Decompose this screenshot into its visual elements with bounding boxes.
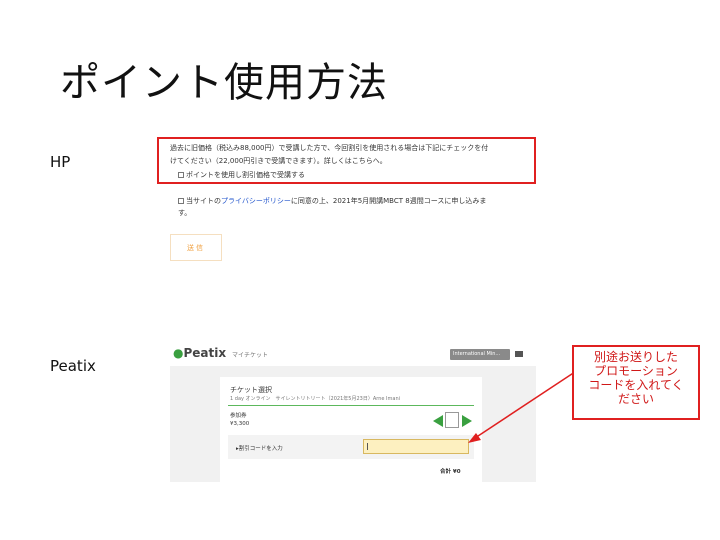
- total-amount: 合計 ¥0: [440, 469, 461, 475]
- hp-section-label: HP: [50, 153, 71, 171]
- coupon-input[interactable]: [363, 439, 469, 454]
- peatix-logo-text: Peatix: [183, 346, 227, 360]
- ticket-section-title: チケット選択: [230, 386, 272, 394]
- submit-button[interactable]: 送信: [170, 234, 222, 261]
- peatix-logo-icon: ●: [173, 346, 184, 360]
- hp-notice-line2: けてください（22,000円引きで受講できます）。詳しくはこちらへ。: [170, 157, 387, 165]
- ticket-info: 参加券 ¥3,300: [230, 412, 249, 428]
- decrease-quantity-button[interactable]: [433, 415, 443, 427]
- language-select[interactable]: International Min...: [450, 349, 510, 360]
- point-use-option[interactable]: ポイントを使用し割引価格で受講する: [178, 170, 305, 181]
- peatix-logo[interactable]: ●Peatix: [173, 346, 226, 360]
- privacy-policy-link[interactable]: プライバシーポリシー: [221, 197, 291, 205]
- coupon-row: ▸割引コードを入力: [228, 435, 474, 459]
- peatix-screenshot: ●Peatix マイチケット International Min... チケット…: [170, 342, 536, 482]
- agree-option[interactable]: 当サイトのプライバシーポリシーに同意の上、2021年5月開講MBCT 8週間コー…: [178, 196, 486, 207]
- my-tickets-link[interactable]: マイチケット: [232, 350, 268, 359]
- callout-line2: プロモーション: [594, 364, 678, 378]
- increase-quantity-button[interactable]: [462, 415, 472, 427]
- point-use-checkbox-label: ポイントを使用し割引価格で受講する: [186, 171, 305, 179]
- agree-prefix: 当サイトの: [186, 197, 221, 205]
- event-line: 1 day オンライン サイレントリトリート（2021年5月23日）Arne I…: [230, 396, 401, 402]
- hp-notice-line1: 過去に旧価格（税込み88,000円）で受講した方で、今回割引を使用される場合は下…: [170, 144, 489, 152]
- promo-code-callout: 別途お送りした プロモーション コードを入れてく ださい: [572, 345, 700, 420]
- point-use-checkbox[interactable]: [178, 172, 184, 178]
- text-cursor: [367, 443, 368, 450]
- callout-line1: 別途お送りした: [593, 350, 678, 364]
- coupon-label[interactable]: ▸割引コードを入力: [236, 444, 283, 452]
- peatix-header: ●Peatix マイチケット International Min...: [170, 342, 536, 366]
- agree-suffix: に同意の上、2021年5月開講MBCT 8週間コースに申し込みま: [290, 197, 487, 205]
- agree-checkbox[interactable]: [178, 198, 184, 204]
- divider: [228, 405, 474, 406]
- agree-line2: す。: [178, 209, 192, 217]
- page-title: ポイント使用方法: [60, 60, 388, 106]
- callout-line3: コードを入れてく: [588, 378, 684, 392]
- callout-line4: ださい: [617, 392, 654, 406]
- quantity-field[interactable]: [445, 412, 459, 428]
- ticket-name: 参加券: [230, 413, 247, 419]
- ticket-price: ¥3,300: [230, 421, 250, 427]
- mail-icon[interactable]: [515, 351, 523, 357]
- peatix-section-label: Peatix: [50, 357, 96, 375]
- ticket-card: チケット選択 1 day オンライン サイレントリトリート（2021年5月23日…: [220, 377, 482, 482]
